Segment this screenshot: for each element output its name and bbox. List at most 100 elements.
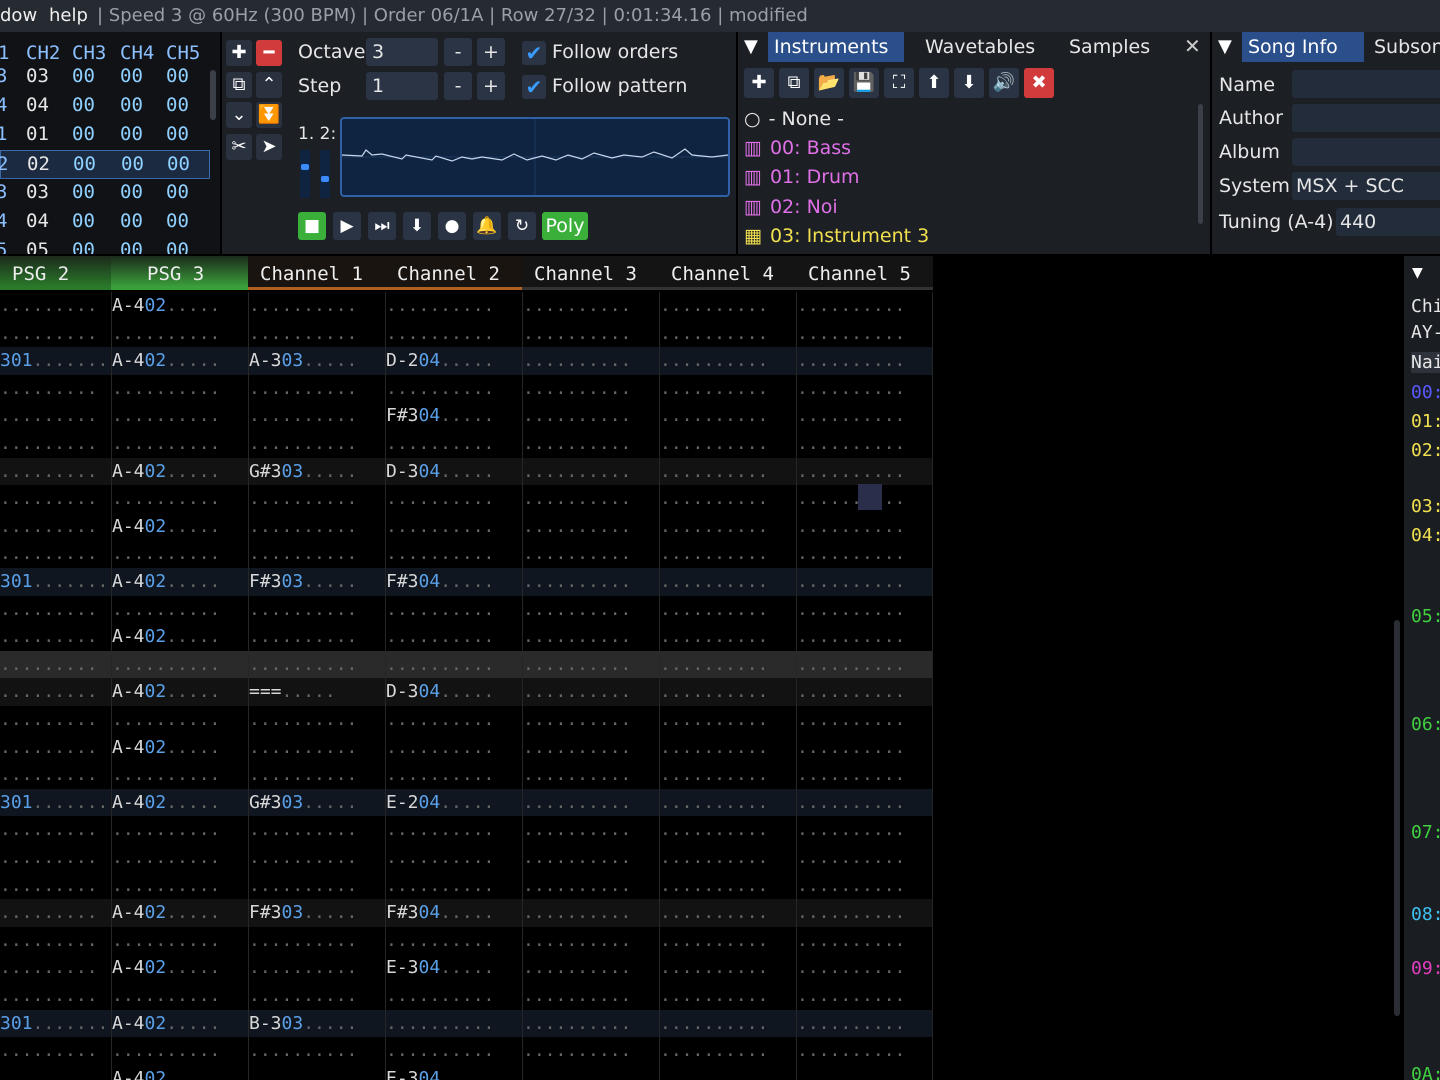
pattern-cell[interactable]: A-402..... — [112, 678, 220, 706]
pattern-cell[interactable]: .......... — [797, 568, 905, 596]
chip-list-item[interactable]: 09: — [1411, 958, 1440, 979]
order-value[interactable]: 04 — [26, 210, 49, 232]
pattern-cell[interactable]: 301....... — [0, 789, 108, 817]
pattern-cell[interactable]: .......... — [660, 1010, 768, 1038]
pattern-cell[interactable]: .......... — [660, 402, 768, 430]
add-instrument-icon[interactable]: ✚ — [744, 68, 774, 98]
pattern-cell[interactable]: .......... — [797, 678, 905, 706]
pattern-cell[interactable]: A-303..... — [249, 347, 357, 375]
order-value[interactable]: 00 — [72, 94, 95, 116]
order-edit-mode-icon[interactable]: ✂ — [226, 134, 252, 160]
pattern-row[interactable]: ......... A-402..........................… — [0, 623, 933, 651]
close-icon[interactable]: ✕ — [1184, 34, 1201, 58]
octave-plus-button[interactable]: + — [477, 38, 505, 66]
pattern-cell[interactable]: .......... — [660, 292, 768, 320]
pattern-cell[interactable]: .......... — [386, 596, 494, 624]
pattern-cell[interactable]: ......... — [0, 513, 98, 541]
metronome-icon[interactable]: 🔔 — [473, 212, 501, 240]
cursor-cell[interactable] — [858, 484, 882, 510]
step-plus-button[interactable]: + — [477, 72, 505, 100]
order-value[interactable]: 00 — [120, 181, 143, 203]
pattern-cell[interactable]: .......... — [660, 540, 768, 568]
record-icon[interactable]: ● — [438, 212, 466, 240]
pattern-cell[interactable]: .......... — [660, 485, 768, 513]
pattern-row[interactable]: 301....... A-402..... B-303...............… — [0, 1009, 933, 1038]
pattern-cell[interactable]: .......... — [112, 761, 220, 789]
pattern-cell[interactable]: .......... — [386, 706, 494, 734]
pattern-cell[interactable]: ......... — [0, 899, 98, 927]
pattern-cell[interactable]: .......... — [660, 320, 768, 348]
pattern-cell[interactable]: .......... — [386, 816, 494, 844]
order-value[interactable]: 01 — [26, 123, 49, 145]
order-value[interactable]: 00 — [72, 65, 95, 87]
pattern-cell[interactable]: .......... — [523, 485, 631, 513]
pattern-cell[interactable]: .......... — [249, 761, 357, 789]
pattern-cell[interactable]: G#303..... — [249, 458, 357, 486]
panel-menu-icon[interactable]: ▼ — [1218, 36, 1232, 57]
pattern-row[interactable]: 301....... A-402..... A-303..... D-204.....… — [0, 347, 933, 375]
pattern-cell[interactable]: .......... — [797, 816, 905, 844]
duplicate-instrument-icon[interactable]: ⧉ — [779, 68, 809, 98]
pattern-cell[interactable]: .......... — [660, 872, 768, 900]
instrument-item[interactable]: ▥ 02: Noi — [744, 196, 838, 218]
pattern-cell[interactable]: .......... — [797, 899, 905, 927]
pattern-cell[interactable]: A-402..... — [112, 513, 220, 541]
order-value[interactable]: 00 — [120, 65, 143, 87]
order-row[interactable]: 3 03 00 00 00 — [0, 63, 210, 92]
pattern-cell[interactable]: .......... — [523, 761, 631, 789]
pattern-cell[interactable]: .......... — [523, 347, 631, 375]
save-instrument-icon[interactable]: 💾 — [849, 68, 879, 98]
pattern-cell[interactable]: A-402..... — [112, 1010, 220, 1038]
pattern-cell[interactable]: .......... — [660, 513, 768, 541]
pattern-cell[interactable]: .......... — [386, 1037, 494, 1065]
chip-list-item[interactable]: 01: — [1411, 411, 1440, 432]
pattern-cell[interactable]: .......... — [523, 292, 631, 320]
pattern-cell[interactable]: .......... — [249, 375, 357, 403]
pattern-cell[interactable]: .......... — [523, 651, 631, 679]
order-row[interactable]: 5 05 00 00 00 — [0, 237, 210, 254]
order-value[interactable]: 00 — [166, 239, 189, 254]
pattern-row[interactable]: ......... A-402............... E-304......… — [0, 954, 933, 982]
pattern-cell[interactable]: .......... — [523, 375, 631, 403]
pattern-cell[interactable]: A-402..... — [112, 1065, 220, 1080]
chip-list-item[interactable]: 04: — [1411, 525, 1440, 546]
pattern-cell[interactable]: .......... — [523, 458, 631, 486]
order-row[interactable]: 4 04 00 00 00 — [0, 92, 210, 121]
pattern-cell[interactable]: ......... — [0, 844, 98, 872]
panel-menu-icon[interactable]: ▼ — [1412, 262, 1423, 283]
pattern-cell[interactable]: .......... — [386, 872, 494, 900]
pattern-cell[interactable]: .......... — [797, 1010, 905, 1038]
instrument-item[interactable]: ○ - None - — [744, 108, 844, 130]
pattern-cell[interactable]: D-304..... — [386, 458, 494, 486]
channel-header[interactable]: Channel 1 — [248, 256, 385, 290]
pattern-cell[interactable]: A-402..... — [112, 789, 220, 817]
pattern-cell[interactable]: ......... — [0, 596, 98, 624]
pattern-cell[interactable]: ......... — [0, 927, 98, 955]
pattern-cell[interactable]: .......... — [797, 651, 905, 679]
pattern-cell[interactable]: .......... — [523, 1010, 631, 1038]
instrument-tree-icon[interactable]: ⛶ — [884, 68, 914, 98]
pattern-cell[interactable]: .......... — [112, 1037, 220, 1065]
move-up-icon[interactable]: ⬆ — [919, 68, 949, 98]
pattern-row[interactable]: ............................. F#304......… — [0, 402, 933, 430]
pattern-cell[interactable]: .......... — [386, 540, 494, 568]
pattern-cell[interactable]: F#304..... — [386, 402, 494, 430]
album-field[interactable] — [1292, 138, 1440, 166]
order-end-icon[interactable]: ⏬ — [256, 102, 282, 128]
order-value[interactable]: 00 — [166, 210, 189, 232]
tab-samples[interactable]: Samples — [1063, 32, 1156, 62]
remove-order-icon[interactable]: ━ — [256, 40, 282, 66]
pattern-cell[interactable]: .......... — [386, 485, 494, 513]
pattern-cell[interactable]: .......... — [386, 734, 494, 762]
pattern-cell[interactable]: .......... — [523, 430, 631, 458]
pattern-cell[interactable]: .......... — [249, 623, 357, 651]
pattern-cell[interactable]: ......... — [0, 430, 98, 458]
pattern-cell[interactable]: ......... — [0, 540, 98, 568]
pattern-cell[interactable]: .......... — [523, 872, 631, 900]
pattern-cell[interactable]: .......... — [797, 927, 905, 955]
panel-menu-icon[interactable]: ▼ — [744, 36, 758, 57]
pattern-cell[interactable]: .......... — [797, 872, 905, 900]
pattern-cell[interactable]: .......... — [797, 982, 905, 1010]
pattern-cell[interactable]: .......... — [660, 734, 768, 762]
pattern-cell[interactable]: .......... — [523, 596, 631, 624]
